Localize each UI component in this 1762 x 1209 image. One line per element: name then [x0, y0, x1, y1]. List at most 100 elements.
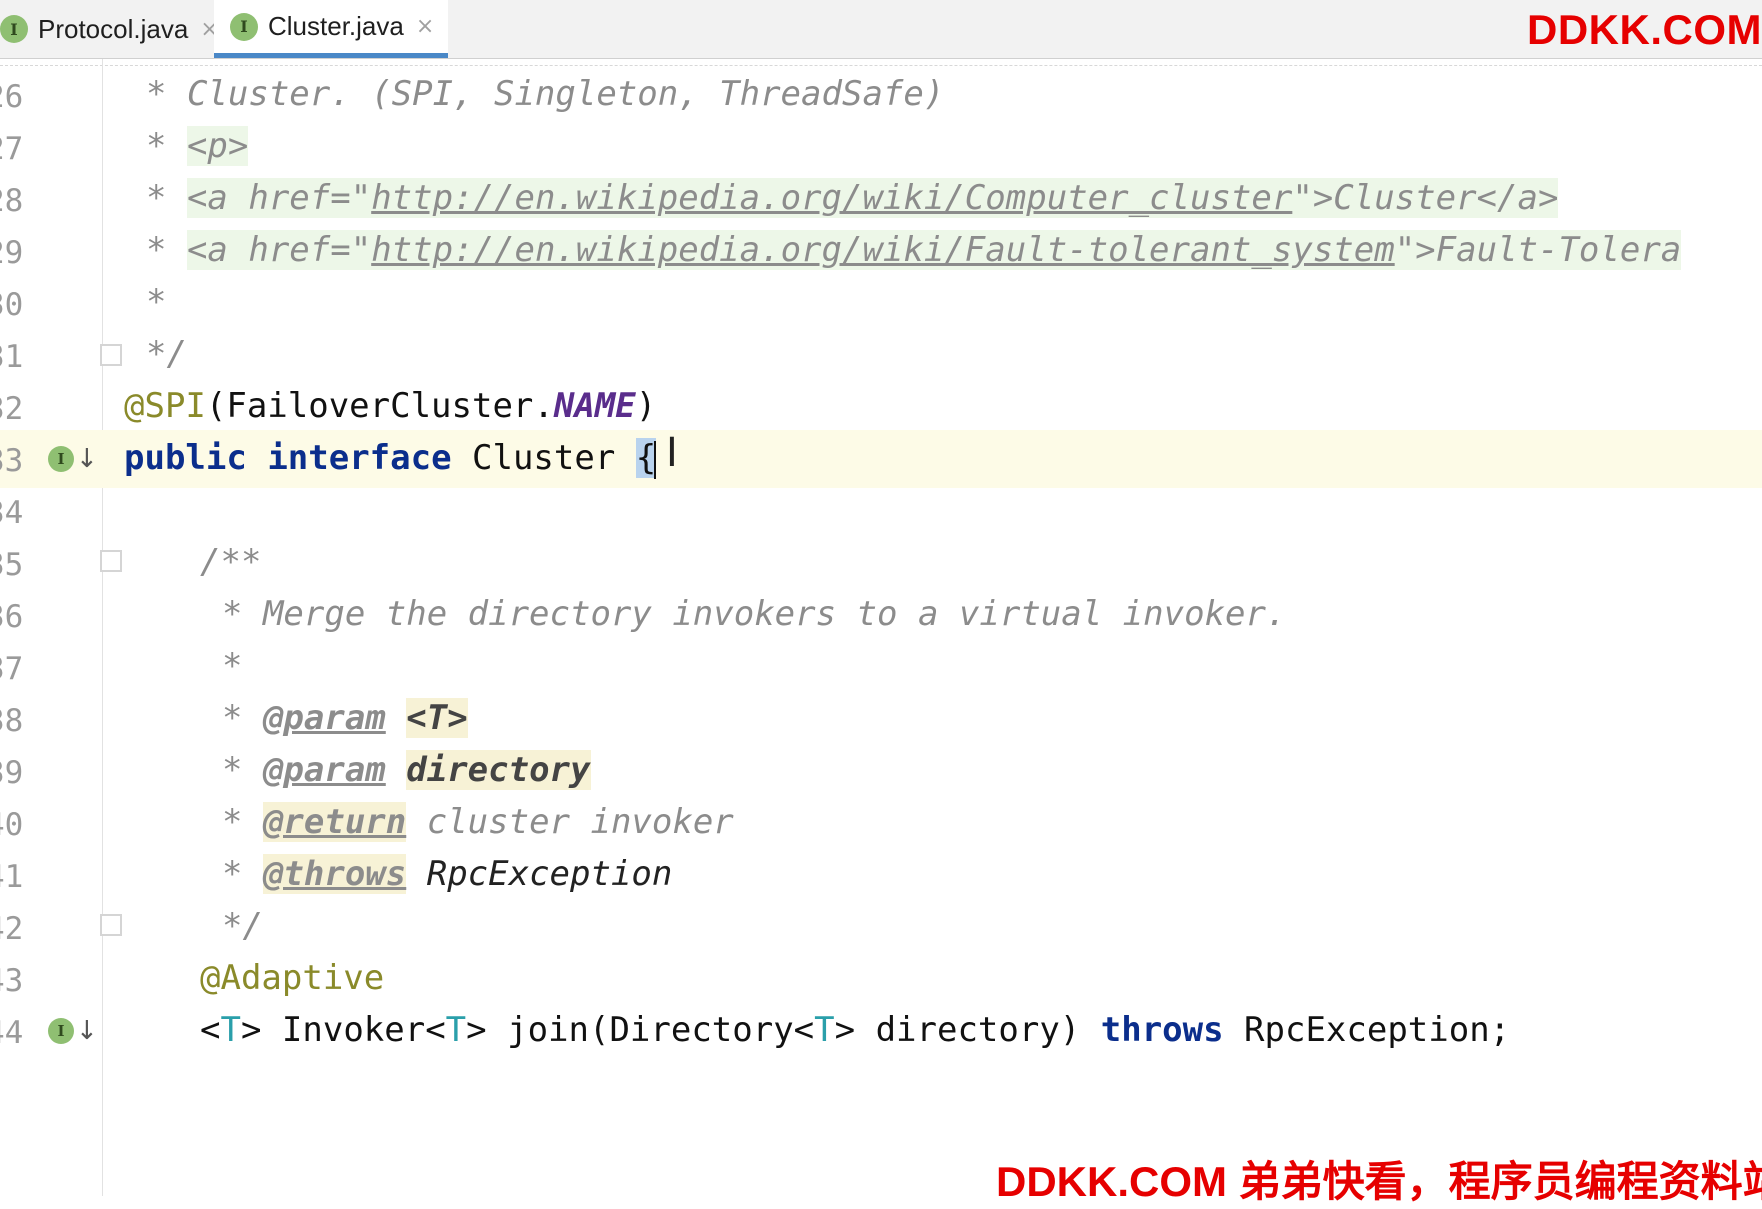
code-line-26[interactable]: 26 * Cluster. (SPI, Singleton, ThreadSaf…	[0, 66, 1762, 124]
arrow-down-icon: ↓	[76, 1016, 98, 1046]
interface-file-icon: I	[230, 12, 258, 41]
watermark-banner: DDKK.COM 弟弟快看，程序员编程资料站	[996, 1158, 1762, 1205]
doc-comment-text: * Cluster. (SPI, Singleton, ThreadSafe)	[146, 74, 945, 114]
interface-icon: I	[48, 1018, 74, 1044]
line-number: 32	[0, 391, 24, 427]
tab-label: Protocol.java	[38, 13, 189, 44]
doc-star: *	[146, 178, 187, 218]
arrow-down-icon: ↓	[76, 444, 98, 474]
line-number: 42	[0, 911, 24, 947]
link-url[interactable]: http://en.wikipedia.org/wiki/Computer_cl…	[371, 178, 1292, 218]
line-number: 29	[0, 235, 24, 271]
code-line-31[interactable]: 31 */	[0, 326, 1762, 384]
doc-star: *	[222, 750, 263, 790]
code-line-44[interactable]: 44 I↓ <T> Invoker<T> join(Directory<T> d…	[0, 1002, 1762, 1060]
tab-label: Cluster.java	[268, 11, 404, 41]
code-line-29[interactable]: 29 * <a href="http://en.wikipedia.org/wi…	[0, 222, 1762, 280]
fold-end-icon[interactable]	[100, 914, 122, 936]
fold-start-icon[interactable]	[100, 550, 122, 572]
line-number: 44	[0, 1015, 24, 1051]
html-tag: <p>	[186, 126, 249, 166]
doc-comment-start: /**	[200, 542, 262, 582]
type-parameter: T	[814, 1010, 835, 1050]
code-line-28[interactable]: 28 * <a href="http://en.wikipedia.org/wi…	[0, 170, 1762, 228]
code-text: > directory)	[834, 1010, 1101, 1050]
html-tag-open: <a href="	[186, 178, 372, 218]
line-number: 30	[0, 287, 24, 323]
annotation: @SPI	[124, 386, 206, 426]
code-text: > Invoker<	[240, 1010, 446, 1050]
javadoc-tag: @param	[262, 698, 386, 738]
interface-icon: I	[48, 446, 74, 472]
html-tag-open: <a href="	[186, 230, 372, 270]
doc-comment-text: *	[222, 646, 243, 686]
doc-comment-text: * Merge the directory invokers to a virt…	[222, 594, 1287, 634]
line-number: 40	[0, 807, 24, 843]
type-parameter: T	[445, 1010, 467, 1050]
code-line-37[interactable]: 37 *	[0, 638, 1762, 696]
line-number: 37	[0, 651, 24, 687]
html-tag-close: ">Fault-Tolera	[1394, 230, 1682, 270]
code-line-27[interactable]: 27 * <p>	[0, 118, 1762, 176]
doc-star: *	[222, 802, 263, 842]
code-line-35[interactable]: 35 /**	[0, 534, 1762, 592]
line-number: 34	[0, 495, 24, 531]
doc-star: *	[146, 126, 187, 166]
line-number: 31	[0, 339, 24, 375]
annotation: @Adaptive	[200, 958, 385, 998]
code-text: (FailoverCluster.	[205, 386, 554, 426]
html-tag-close: ">Cluster</a>	[1292, 178, 1559, 218]
implemented-marker-icon[interactable]: I ↓	[48, 444, 98, 474]
doc-star: *	[222, 698, 263, 738]
tab-protocol-java[interactable]: I Protocol.java ×	[0, 0, 219, 58]
javadoc-tag: @throws	[262, 854, 407, 894]
tab-cluster-java[interactable]: I Cluster.java ×	[214, 0, 449, 58]
doc-comment-end: */	[222, 906, 263, 946]
line-number: 36	[0, 599, 24, 635]
code-line-38[interactable]: 38 * @param <T>	[0, 690, 1762, 748]
param-name: <T>	[406, 698, 468, 738]
line-number: 27	[0, 131, 24, 167]
line-number: 38	[0, 703, 24, 739]
code-line-39[interactable]: 39 * @param directory	[0, 742, 1762, 800]
exception-name: RpcException	[426, 854, 673, 894]
code-line-40[interactable]: 40 * @return cluster invoker	[0, 794, 1762, 852]
interface-file-icon: I	[0, 15, 28, 43]
close-icon[interactable]: ×	[416, 14, 434, 39]
watermark-logo: DDKK.COM	[1527, 6, 1762, 53]
type-name: Cluster	[451, 438, 636, 478]
implemented-marker-icon[interactable]: I ↓	[48, 1016, 98, 1046]
fold-end-icon[interactable]	[100, 344, 122, 366]
code-text: RpcException;	[1223, 1010, 1511, 1050]
constant-name: NAME	[553, 386, 636, 426]
code-line-41[interactable]: 41 * @throws RpcException	[0, 846, 1762, 904]
keyword: interface	[267, 438, 452, 478]
doc-comment-text: cluster invoker	[406, 802, 734, 842]
editor-top-edge	[0, 59, 1762, 66]
code-line-33[interactable]: 33 I↓ public interface Cluster {	[0, 430, 1762, 488]
editor-tab-bar: I Protocol.java × I Cluster.java × DDKK.…	[0, 0, 1762, 59]
code-text: <	[200, 1010, 221, 1050]
text-caret	[654, 440, 657, 479]
keyword: throws	[1100, 1010, 1224, 1050]
code-line-36[interactable]: 36 * Merge the directory invokers to a v…	[0, 586, 1762, 644]
code-line-43[interactable]: 43 @Adaptive	[0, 950, 1762, 1008]
link-url[interactable]: http://en.wikipedia.org/wiki/Fault-toler…	[371, 230, 1395, 270]
javadoc-tag: @param	[262, 750, 386, 790]
code-text: )	[635, 386, 657, 426]
code-line-42[interactable]: 42 */	[0, 898, 1762, 956]
doc-comment-end: */	[146, 334, 187, 374]
line-number: 35	[0, 547, 24, 583]
text-cursor-icon: I	[666, 430, 678, 476]
code-line-30[interactable]: 30 *	[0, 274, 1762, 332]
type-parameter: T	[220, 1010, 241, 1050]
line-number: 26	[0, 79, 24, 115]
code-text: > join(Directory<	[466, 1010, 815, 1050]
line-number: 41	[0, 859, 24, 895]
line-number: 33	[0, 443, 24, 479]
javadoc-tag: @return	[262, 802, 407, 842]
line-number: 39	[0, 755, 24, 791]
code-line-34[interactable]: 34	[0, 482, 1762, 540]
code-line-32[interactable]: 32 @SPI(FailoverCluster.NAME)	[0, 378, 1762, 436]
doc-star: *	[146, 230, 187, 270]
